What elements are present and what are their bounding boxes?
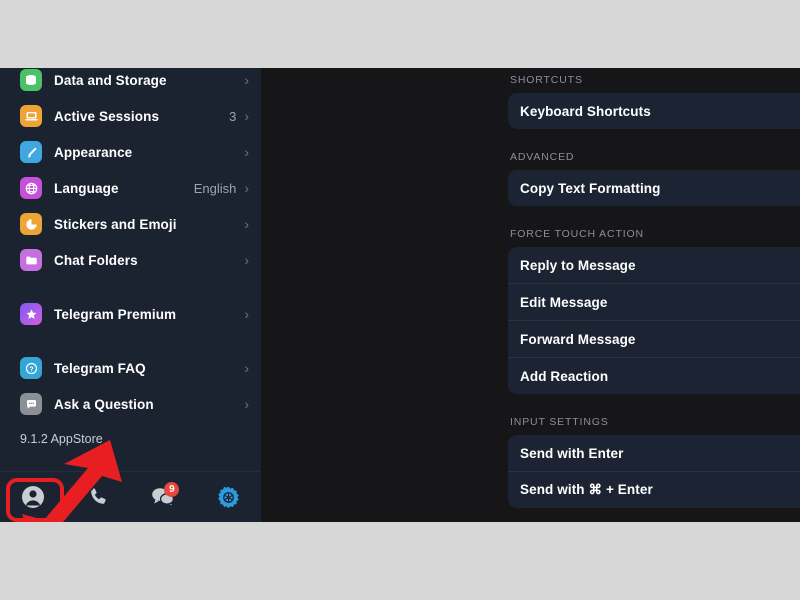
- sidebar-item-label: Chat Folders: [54, 252, 138, 268]
- chat-bubble-icon: [20, 393, 42, 415]
- database-icon: [20, 69, 42, 91]
- row-edit-message[interactable]: Edit Message: [508, 283, 800, 320]
- chevron-right-icon: ›: [244, 396, 249, 412]
- chevron-right-icon: ›: [244, 306, 249, 322]
- row-send-with-cmd-enter[interactable]: Send with ⌘ + Enter: [508, 471, 800, 508]
- question-mark-icon: ?: [20, 357, 42, 379]
- section-title-input-settings: INPUT SETTINGS: [510, 416, 609, 428]
- section-title-advanced: ADVANCED: [510, 151, 575, 163]
- section-card-force-touch-action: Reply to Message Edit Message Forward Me…: [508, 247, 800, 394]
- sidebar-item-label: Active Sessions: [54, 108, 160, 124]
- chats-tab[interactable]: 9: [131, 472, 196, 522]
- row-add-reaction[interactable]: Add Reaction: [508, 357, 800, 394]
- sidebar-item-label: Stickers and Emoji: [54, 216, 177, 232]
- sidebar-item-telegram-premium[interactable]: Telegram Premium ›: [0, 296, 261, 332]
- sidebar-item-active-sessions[interactable]: Active Sessions 3 ›: [0, 98, 261, 134]
- gear-icon: [216, 485, 241, 510]
- settings-tab[interactable]: [196, 472, 261, 522]
- chevron-right-icon: ›: [244, 144, 249, 160]
- sidebar-item-telegram-faq[interactable]: ? Telegram FAQ ›: [0, 350, 261, 386]
- laptop-icon: [20, 105, 42, 127]
- row-send-with-enter[interactable]: Send with Enter: [508, 435, 800, 471]
- section-card-shortcuts: Keyboard Shortcuts: [508, 93, 800, 129]
- sidebar-item-appearance[interactable]: Appearance ›: [0, 134, 261, 170]
- chevron-right-icon: ›: [244, 108, 249, 124]
- sidebar-item-chat-folders[interactable]: Chat Folders ›: [0, 242, 261, 278]
- chevron-right-icon: ›: [244, 72, 249, 88]
- bottom-tab-bar[interactable]: 9: [0, 471, 261, 522]
- chevron-right-icon: ›: [244, 360, 249, 376]
- screenshot-root: Data and Storage › Active Sessions 3 › A…: [0, 0, 800, 600]
- sidebar-item-value: English: [193, 180, 237, 196]
- row-forward-message[interactable]: Forward Message: [508, 320, 800, 357]
- chevron-right-icon: ›: [244, 180, 249, 196]
- person-icon: [20, 484, 46, 510]
- premium-star-icon: [20, 303, 42, 325]
- contacts-tab[interactable]: [0, 472, 65, 522]
- telegram-app-window: Data and Storage › Active Sessions 3 › A…: [0, 68, 800, 522]
- sidebar-item-label: Appearance: [54, 144, 133, 160]
- sidebar-item-label: Data and Storage: [54, 72, 167, 88]
- settings-sidebar[interactable]: Data and Storage › Active Sessions 3 › A…: [0, 68, 261, 522]
- settings-detail-pane[interactable]: SHORTCUTS Keyboard Shortcuts ADVANCED Co…: [498, 68, 800, 522]
- sidebar-item-ask-a-question[interactable]: Ask a Question ›: [0, 386, 261, 422]
- row-keyboard-shortcuts[interactable]: Keyboard Shortcuts: [508, 93, 800, 129]
- sidebar-item-label: Language: [54, 180, 119, 196]
- chevron-right-icon: ›: [244, 252, 249, 268]
- sidebar-item-value: 3: [229, 108, 237, 124]
- sidebar-item-label: Telegram FAQ: [54, 360, 146, 376]
- sidebar-item-label: Ask a Question: [54, 396, 154, 412]
- sidebar-item-label: Telegram Premium: [54, 306, 177, 322]
- settings-detail-scroll: SHORTCUTS Keyboard Shortcuts ADVANCED Co…: [498, 68, 800, 508]
- sidebar-item-stickers-and-emoji[interactable]: Stickers and Emoji ›: [0, 206, 261, 242]
- svg-text:?: ?: [29, 366, 33, 373]
- section-title-force-touch-action: FORCE TOUCH ACTION: [510, 228, 644, 240]
- chats-unread-badge: 9: [164, 482, 180, 497]
- sidebar-item-data-and-storage[interactable]: Data and Storage ›: [0, 68, 261, 98]
- section-title-shortcuts: SHORTCUTS: [510, 74, 583, 86]
- app-version-text: 9.1.2 AppStore: [20, 432, 103, 446]
- settings-sidebar-scroll: Data and Storage › Active Sessions 3 › A…: [0, 68, 261, 446]
- folder-icon: [20, 249, 42, 271]
- sidebar-item-language[interactable]: Language English ›: [0, 170, 261, 206]
- sticker-icon: [20, 213, 42, 235]
- row-reply-to-message[interactable]: Reply to Message: [508, 247, 800, 283]
- detail-pane-empty: [261, 68, 498, 522]
- phone-icon: [86, 485, 110, 509]
- paintbrush-icon: [20, 141, 42, 163]
- calls-tab[interactable]: [65, 472, 130, 522]
- row-copy-text-formatting[interactable]: Copy Text Formatting: [508, 170, 800, 206]
- globe-icon: [20, 177, 42, 199]
- section-card-advanced: Copy Text Formatting: [508, 170, 800, 206]
- section-card-input-settings: Send with Enter Send with ⌘ + Enter: [508, 435, 800, 508]
- chevron-right-icon: ›: [244, 216, 249, 232]
